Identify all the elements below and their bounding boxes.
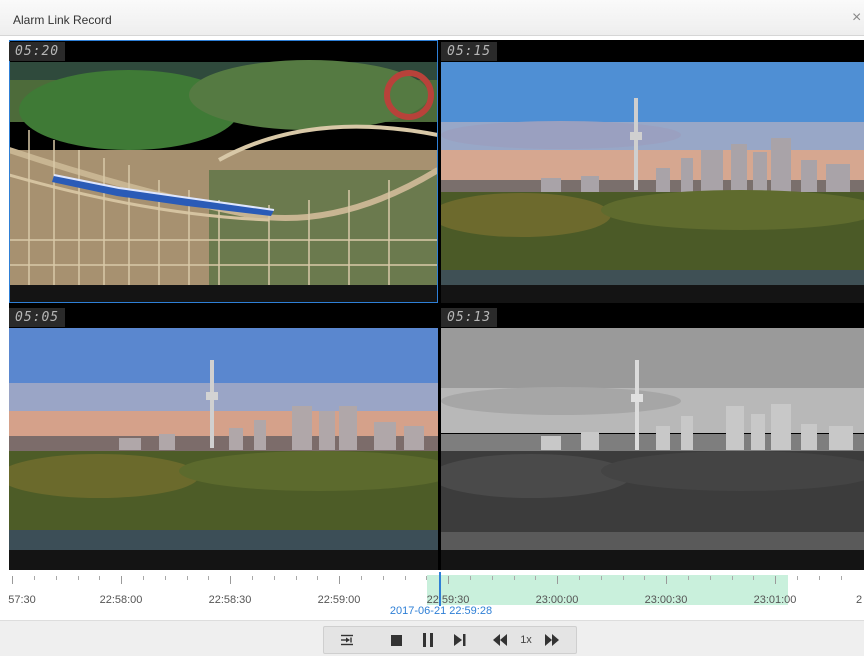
window-title: Alarm Link Record (13, 13, 112, 27)
timeline-label: 22:58:00 (99, 594, 143, 606)
timeline-tick (753, 576, 754, 580)
timeline-tick (56, 576, 57, 580)
timeline-tick (317, 576, 318, 580)
timeline-label: 22:58:30 (208, 594, 252, 606)
video-grid: 05:20 05:15 05:05 05:13 (9, 40, 864, 570)
video-tile-1[interactable]: 05:20 (9, 40, 438, 303)
playback-speed-label: 1x (520, 634, 532, 646)
video-tile-2[interactable]: 05:15 (441, 40, 864, 303)
timeline-tick (78, 576, 79, 580)
video-tile-3[interactable]: 05:05 (9, 306, 438, 570)
video-frame (441, 306, 864, 570)
timeline-tick (448, 576, 449, 584)
slow-down-icon[interactable] (490, 630, 510, 650)
timeline-tick (383, 576, 384, 580)
video-frame (9, 306, 438, 570)
timeline[interactable]: 57:30 22:58:00 22:58:30 22:59:00 22:59:3… (0, 572, 864, 620)
timeline-label: 23:00:30 (644, 594, 688, 606)
close-icon[interactable]: × (852, 8, 864, 28)
playback-controls: 1x (323, 626, 577, 654)
timeline-label: 23:01:00 (753, 594, 797, 606)
playback-bar: 1x (0, 620, 864, 656)
osd-timestamp: 05:05 (9, 308, 66, 327)
timeline-tick (426, 576, 427, 580)
timeline-label: 23:00:00 (535, 594, 579, 606)
timeline-tick (819, 576, 820, 580)
osd-timestamp: 05:15 (441, 42, 498, 61)
timeline-tick (601, 576, 602, 580)
osd-timestamp: 05:20 (9, 42, 66, 61)
timeline-tick (732, 576, 733, 580)
timeline-tick (841, 576, 842, 580)
timeline-tick (775, 576, 776, 584)
title-bar: Alarm Link Record × (0, 0, 864, 36)
video-frame (441, 40, 864, 303)
timeline-tick (99, 576, 100, 580)
timeline-tick (405, 576, 406, 580)
timeline-tick (296, 576, 297, 580)
playhead-cursor[interactable] (439, 572, 441, 606)
timeline-tick (623, 576, 624, 580)
timeline-tick (535, 576, 536, 580)
speed-up-icon[interactable] (542, 630, 562, 650)
current-time-label: 2017-06-21 22:59:28 (389, 605, 493, 617)
timeline-label: 57:30 (8, 594, 36, 606)
video-tile-4[interactable]: 05:13 (441, 306, 864, 570)
timeline-tick (143, 576, 144, 580)
timeline-tick (557, 576, 558, 584)
timeline-tick (187, 576, 188, 580)
timeline-tick (121, 576, 122, 584)
timeline-tick (252, 576, 253, 580)
timeline-label: 22:59:00 (317, 594, 361, 606)
pause-icon[interactable] (418, 630, 438, 650)
video-frame (9, 40, 438, 303)
timeline-tick (688, 576, 689, 580)
timeline-tick (34, 576, 35, 580)
timeline-tick (230, 576, 231, 584)
timeline-tick (361, 576, 362, 580)
timeline-tick (666, 576, 667, 584)
timeline-tick (797, 576, 798, 580)
timeline-tick (165, 576, 166, 580)
timeline-label: 2 (855, 594, 863, 606)
recorded-range (427, 575, 788, 605)
timeline-tick (339, 576, 340, 584)
timeline-tick (208, 576, 209, 580)
osd-timestamp: 05:13 (441, 308, 498, 327)
timeline-tick (470, 576, 471, 580)
timeline-tick (644, 576, 645, 580)
timeline-tick (492, 576, 493, 580)
timeline-tick (12, 576, 13, 584)
timeline-tick (514, 576, 515, 580)
step-forward-icon[interactable] (450, 630, 470, 650)
clip-icon[interactable] (337, 630, 357, 650)
stop-icon[interactable] (386, 630, 406, 650)
timeline-tick (274, 576, 275, 580)
timeline-tick (579, 576, 580, 580)
timeline-tick (710, 576, 711, 580)
